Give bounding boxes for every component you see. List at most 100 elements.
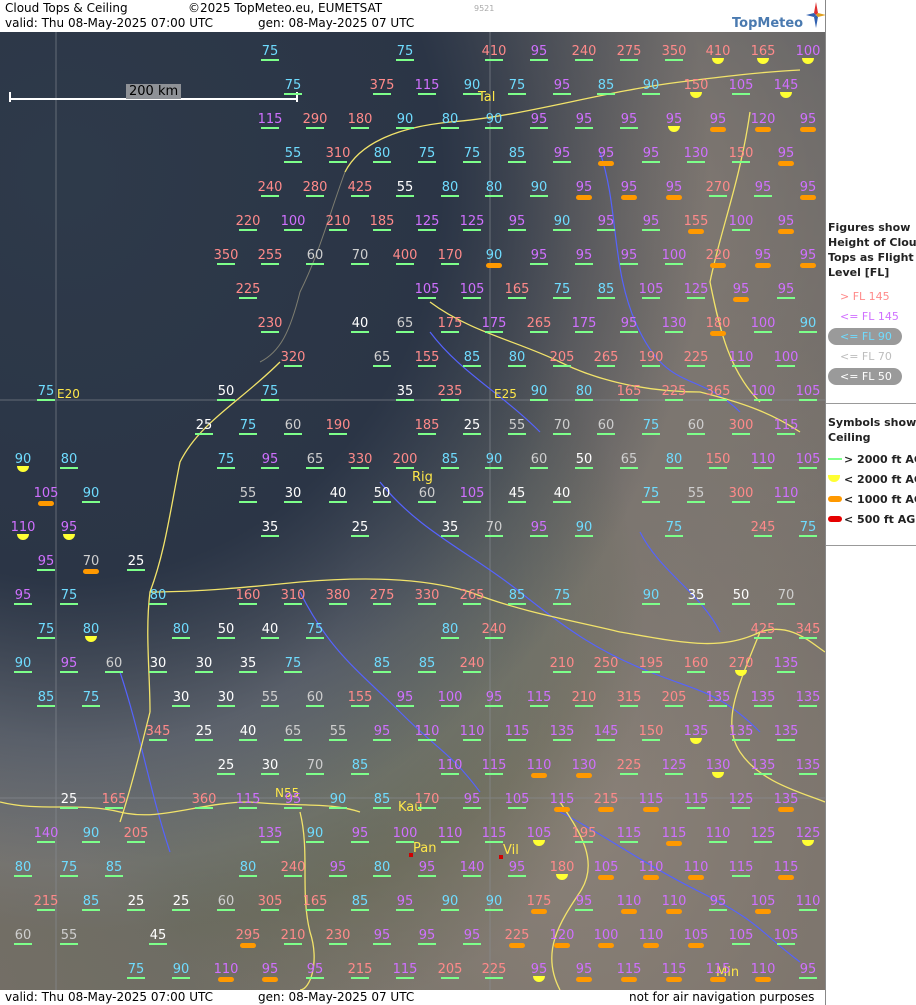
ceiling-line-marker bbox=[418, 807, 436, 809]
cloud-top-value: 215 bbox=[593, 792, 619, 807]
ceiling-line-marker bbox=[418, 501, 436, 503]
ceiling-line-marker bbox=[284, 875, 302, 877]
ceiling-pill-marker bbox=[666, 195, 682, 200]
topmeteo-logo[interactable]: TopMeteo bbox=[730, 2, 826, 32]
legend-level-label: <= FL 90 bbox=[840, 330, 892, 343]
ceiling-line-marker bbox=[37, 909, 55, 911]
ceiling-line-marker bbox=[575, 705, 593, 707]
ceiling-line-marker bbox=[373, 943, 391, 945]
ceiling-line-marker bbox=[284, 433, 302, 435]
ceiling-line-marker bbox=[239, 229, 257, 231]
cloud-top-value: 95 bbox=[620, 180, 638, 195]
cloud-top-value: 175 bbox=[481, 316, 507, 331]
legend-symbol-pill bbox=[828, 496, 842, 502]
footer-valid-time: valid: Thu 08-May-2025 07:00 UTC bbox=[5, 990, 214, 1004]
ceiling-line-marker bbox=[82, 909, 100, 911]
ceiling-line-marker bbox=[441, 399, 459, 401]
cloud-top-value: 205 bbox=[549, 350, 575, 365]
ceiling-line-marker bbox=[14, 943, 32, 945]
cloud-tops-map[interactable]: 200 km E20E25N55 TalRigKauPanVilMin 9015… bbox=[0, 32, 825, 990]
cloud-top-value: 55 bbox=[239, 486, 257, 501]
cloud-top-value: 105 bbox=[795, 384, 821, 399]
cloud-top-value: 125 bbox=[795, 826, 821, 841]
ceiling-line-marker bbox=[508, 603, 526, 605]
ceiling-line-marker bbox=[261, 467, 279, 469]
cloud-top-value: 170 bbox=[414, 792, 440, 807]
ceiling-line-marker bbox=[149, 671, 167, 673]
cloud-top-value: 85 bbox=[351, 758, 369, 773]
city-marker bbox=[409, 853, 413, 857]
ceiling-line-marker bbox=[665, 59, 683, 61]
ceiling-line-marker bbox=[373, 671, 391, 673]
cloud-top-value: 50 bbox=[575, 452, 593, 467]
ceiling-line-marker bbox=[306, 467, 324, 469]
ceiling-line-marker bbox=[239, 433, 257, 435]
ceiling-line-marker bbox=[441, 841, 459, 843]
ceiling-line-marker bbox=[530, 263, 548, 265]
ceiling-line-marker bbox=[575, 59, 593, 61]
ceiling-line-marker bbox=[642, 739, 660, 741]
ceiling-line-marker bbox=[195, 807, 213, 809]
ceiling-line-marker bbox=[620, 773, 638, 775]
cloud-top-value: 150 bbox=[728, 146, 754, 161]
ceiling-line-marker bbox=[195, 671, 213, 673]
ceiling-line-marker bbox=[687, 603, 705, 605]
cloud-top-value: 55 bbox=[687, 486, 705, 501]
cloud-top-value: 95 bbox=[508, 860, 526, 875]
ceiling-pill-marker bbox=[688, 875, 704, 880]
ceiling-line-marker bbox=[732, 501, 750, 503]
ceiling-line-marker bbox=[261, 263, 279, 265]
ceiling-line-marker bbox=[396, 331, 414, 333]
ceiling-line-marker bbox=[485, 467, 503, 469]
ceiling-line-marker bbox=[373, 739, 391, 741]
cloud-top-value: 80 bbox=[665, 452, 683, 467]
ceiling-line-marker bbox=[709, 705, 727, 707]
cloud-top-value: 105 bbox=[414, 282, 440, 297]
ceiling-line-marker bbox=[620, 399, 638, 401]
ceiling-pill-marker bbox=[576, 977, 592, 982]
cloud-top-value: 425 bbox=[750, 622, 776, 637]
cloud-top-value: 90 bbox=[642, 588, 660, 603]
ceiling-line-marker bbox=[351, 195, 369, 197]
ceiling-line-marker bbox=[172, 977, 190, 979]
cloud-top-value: 60 bbox=[687, 418, 705, 433]
ceiling-line-marker bbox=[239, 501, 257, 503]
ceiling-line-marker bbox=[732, 739, 750, 741]
cloud-top-value: 85 bbox=[37, 690, 55, 705]
legend-level-label: <= FL 50 bbox=[840, 370, 892, 383]
ceiling-line-marker bbox=[732, 603, 750, 605]
cloud-top-value: 375 bbox=[369, 78, 395, 93]
cloud-top-value: 85 bbox=[597, 282, 615, 297]
cloud-top-value: 100 bbox=[750, 316, 776, 331]
ceiling-line-marker bbox=[754, 637, 772, 639]
cloud-top-value: 40 bbox=[239, 724, 257, 739]
cloud-top-value: 90 bbox=[485, 248, 503, 263]
cloud-top-value: 85 bbox=[597, 78, 615, 93]
cloud-top-value: 95 bbox=[418, 928, 436, 943]
ceiling-line-marker bbox=[351, 467, 369, 469]
cloud-top-value: 135 bbox=[549, 724, 575, 739]
ceiling-line-marker bbox=[373, 365, 391, 367]
ceiling-line-marker bbox=[195, 433, 213, 435]
ceiling-line-marker bbox=[396, 467, 414, 469]
cloud-top-value: 110 bbox=[638, 860, 664, 875]
ceiling-line-marker bbox=[777, 297, 795, 299]
cloud-top-value: 95 bbox=[642, 214, 660, 229]
cloud-top-value: 105 bbox=[638, 282, 664, 297]
cloud-top-value: 105 bbox=[593, 860, 619, 875]
ceiling-line-marker bbox=[441, 535, 459, 537]
cloud-top-value: 240 bbox=[481, 622, 507, 637]
cloud-top-value: 105 bbox=[750, 894, 776, 909]
cloud-top-value: 55 bbox=[508, 418, 526, 433]
ceiling-line-marker bbox=[60, 603, 78, 605]
cloud-top-value: 110 bbox=[728, 350, 754, 365]
cloud-top-value: 330 bbox=[414, 588, 440, 603]
cloud-top-value: 380 bbox=[325, 588, 351, 603]
cloud-top-value: 245 bbox=[750, 520, 776, 535]
cloud-top-value: 110 bbox=[10, 520, 36, 535]
ceiling-line-marker bbox=[418, 671, 436, 673]
ceiling-line-marker bbox=[239, 671, 257, 673]
ceiling-line-marker bbox=[687, 671, 705, 673]
ceiling-line-marker bbox=[575, 535, 593, 537]
ceiling-line-marker bbox=[530, 467, 548, 469]
